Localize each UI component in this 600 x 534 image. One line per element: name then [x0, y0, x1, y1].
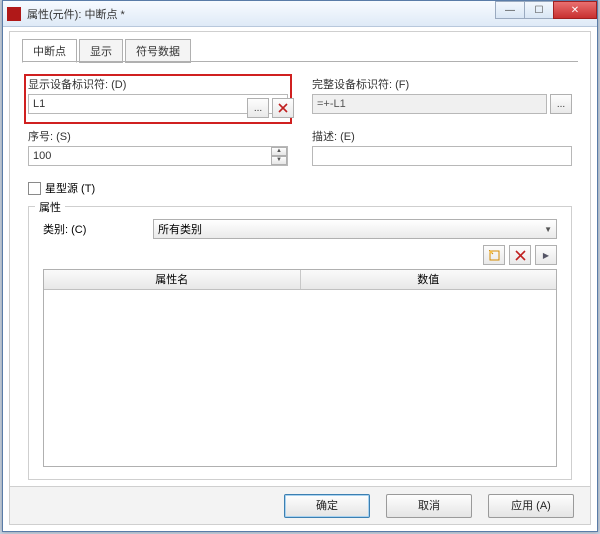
cancel-button[interactable]: 取消	[386, 494, 472, 518]
tab-display[interactable]: 显示	[79, 39, 123, 63]
seq-up-button[interactable]: ▲	[271, 147, 287, 156]
property-new-button[interactable]	[483, 245, 505, 265]
window-title: 属性(元件): 中断点 *	[27, 6, 125, 22]
seq-down-button[interactable]: ▼	[271, 156, 287, 165]
display-dt-label: 显示设备标识符: (D)	[28, 76, 288, 92]
window-buttons: — ☐ ✕	[496, 1, 597, 19]
properties-group: 属性 类别: (C) 所有类别 ▼ ▶	[28, 206, 572, 480]
full-dt-label: 完整设备标识符: (F)	[312, 76, 572, 92]
col-property-value[interactable]: 数值	[301, 270, 557, 289]
dialog-window: 属性(元件): 中断点 * — ☐ ✕ 中断点 显示 符号数据 显示设备标识符:…	[2, 0, 598, 532]
app-icon	[7, 7, 21, 21]
tab-breakpoint[interactable]: 中断点	[22, 39, 77, 63]
category-combo[interactable]: 所有类别 ▼	[153, 219, 557, 239]
seq-label: 序号: (S)	[28, 128, 288, 144]
property-delete-button[interactable]	[509, 245, 531, 265]
form-area: 显示设备标识符: (D) ... 完整设备标识符: (F)	[28, 76, 572, 196]
col-property-name[interactable]: 属性名	[44, 270, 301, 289]
apply-button[interactable]: 应用 (A)	[488, 494, 574, 518]
properties-table[interactable]: 属性名 数值	[43, 269, 557, 467]
table-header: 属性名 数值	[44, 270, 556, 290]
ok-button[interactable]: 确定	[284, 494, 370, 518]
client-area: 中断点 显示 符号数据 显示设备标识符: (D) ...	[9, 31, 591, 525]
seq-spinner[interactable]: ▲ ▼	[28, 146, 288, 166]
seq-input[interactable]	[28, 146, 288, 166]
star-source-checkbox[interactable]	[28, 182, 41, 195]
minimize-button[interactable]: —	[495, 1, 525, 19]
dialog-footer: 确定 取消 应用 (A)	[10, 486, 590, 524]
property-toolbar: ▶	[479, 245, 557, 265]
desc-label: 描述: (E)	[312, 128, 572, 144]
chevron-down-icon: ▼	[544, 225, 552, 234]
display-dt-browse-button[interactable]: ...	[247, 98, 269, 118]
desc-input[interactable]	[312, 146, 572, 166]
tab-underline	[22, 61, 578, 62]
title-bar[interactable]: 属性(元件): 中断点 * — ☐ ✕	[3, 1, 597, 27]
close-button[interactable]: ✕	[553, 1, 597, 19]
group-title: 属性	[35, 199, 65, 215]
maximize-button[interactable]: ☐	[524, 1, 554, 19]
full-dt-input[interactable]	[312, 94, 547, 114]
property-more-button[interactable]: ▶	[535, 245, 557, 265]
arrow-right-icon: ▶	[543, 251, 549, 260]
tab-bar: 中断点 显示 符号数据	[22, 40, 193, 62]
category-label: 类别: (C)	[43, 221, 153, 237]
display-dt-clear-button[interactable]	[272, 98, 294, 118]
category-value: 所有类别	[158, 221, 202, 237]
full-dt-browse-button[interactable]: ...	[550, 94, 572, 114]
star-source-label: 星型源 (T)	[45, 180, 95, 196]
tab-symbol-data[interactable]: 符号数据	[125, 39, 191, 63]
table-body[interactable]	[44, 290, 556, 466]
